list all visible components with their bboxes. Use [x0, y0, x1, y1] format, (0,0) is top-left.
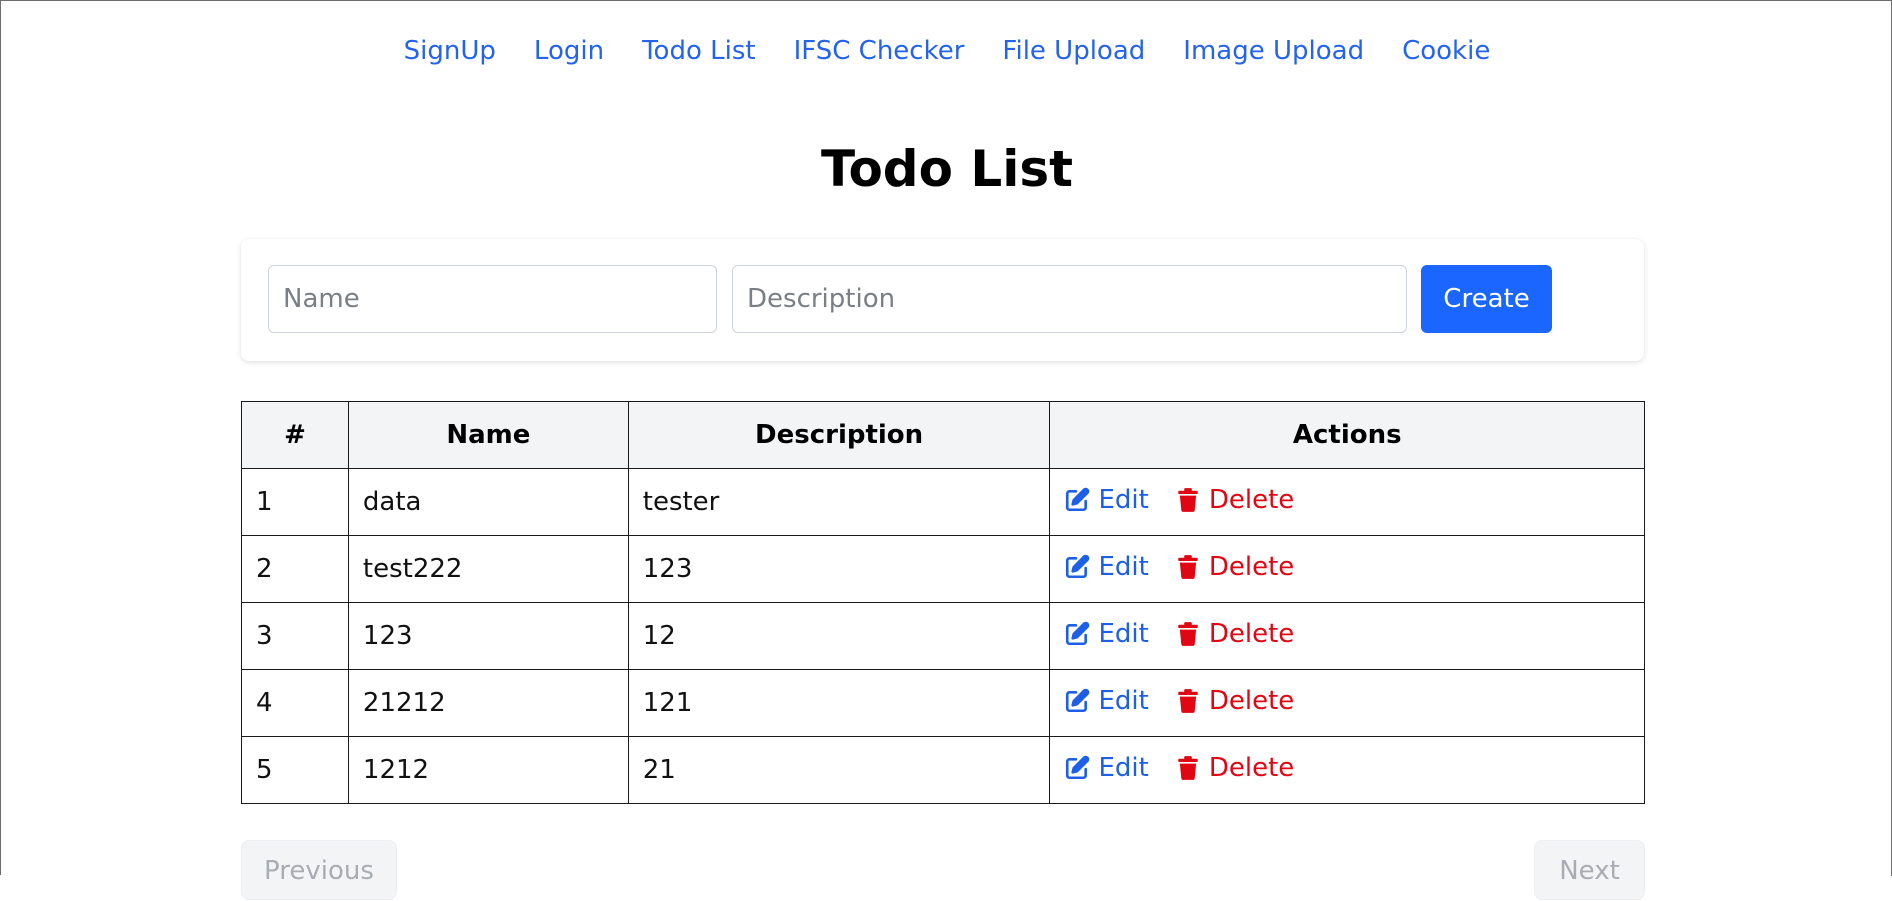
table-row: 4 21212 121 Edit Delete: [241, 669, 1645, 737]
header-name: Name: [347, 401, 629, 469]
table-body: 1 data tester Edit Delete 2 test222 123 Edit Dele…: [241, 468, 1645, 804]
trash-icon: [1175, 554, 1209, 580]
edit-icon: [1064, 755, 1098, 781]
edit-button[interactable]: Edit: [1064, 551, 1149, 582]
cell-actions: Edit Delete: [1049, 535, 1645, 603]
nav-link-ifsc-checker[interactable]: IFSC Checker: [794, 31, 965, 71]
delete-label: Delete: [1208, 685, 1295, 716]
todo-table: # Name Description Actions 1 data tester Ed…: [241, 401, 1645, 804]
header-description: Description: [627, 401, 1051, 469]
previous-button[interactable]: Previous: [241, 840, 397, 900]
delete-label: Delete: [1208, 752, 1295, 783]
cell-description: 121: [627, 669, 1051, 737]
delete-button[interactable]: Delete: [1175, 753, 1294, 783]
nav-link-image-upload[interactable]: Image Upload: [1183, 31, 1364, 71]
cell-description: 123: [627, 535, 1051, 603]
cell-number: 3: [241, 602, 349, 670]
top-nav: SignUp Login Todo List IFSC Checker File Upl…: [1, 31, 1892, 71]
cell-name: data: [347, 468, 629, 536]
cell-description: tester: [627, 468, 1051, 536]
delete-label: Delete: [1208, 618, 1295, 649]
edit-icon: [1064, 487, 1098, 513]
edit-button[interactable]: Edit: [1064, 618, 1149, 649]
nav-link-signup[interactable]: SignUp: [404, 31, 496, 71]
edit-label: Edit: [1098, 551, 1149, 582]
delete-button[interactable]: Delete: [1175, 552, 1294, 582]
create-todo-form: Create: [241, 239, 1644, 361]
create-button[interactable]: Create: [1421, 265, 1552, 333]
cell-name: 21212: [347, 669, 629, 737]
edit-button[interactable]: Edit: [1064, 685, 1149, 716]
cell-description: 12: [627, 602, 1051, 670]
edit-label: Edit: [1098, 752, 1149, 783]
table-row: 3 123 12 Edit Delete: [241, 602, 1645, 670]
cell-description: 21: [627, 736, 1051, 804]
cell-number: 2: [241, 535, 349, 603]
trash-icon: [1175, 755, 1209, 781]
cell-actions: Edit Delete: [1049, 602, 1645, 670]
edit-label: Edit: [1098, 484, 1149, 515]
cell-name: test222: [347, 535, 629, 603]
table-row: 5 1212 21 Edit Delete: [241, 736, 1645, 804]
edit-icon: [1064, 554, 1098, 580]
name-input[interactable]: [268, 265, 717, 333]
table-row: 1 data tester Edit Delete: [241, 468, 1645, 536]
trash-icon: [1175, 621, 1209, 647]
cell-name: 123: [347, 602, 629, 670]
header-actions: Actions: [1049, 401, 1645, 469]
cell-number: 4: [241, 669, 349, 737]
cell-actions: Edit Delete: [1049, 468, 1645, 536]
nav-link-cookie[interactable]: Cookie: [1402, 31, 1490, 71]
delete-button[interactable]: Delete: [1175, 485, 1294, 515]
page-title: Todo List: [820, 140, 1074, 198]
cell-name: 1212: [347, 736, 629, 804]
table-header-row: # Name Description Actions: [241, 401, 1645, 469]
cell-number: 1: [241, 468, 349, 536]
cell-number: 5: [241, 736, 349, 804]
next-button[interactable]: Next: [1534, 840, 1645, 900]
delete-label: Delete: [1208, 484, 1295, 515]
nav-link-login[interactable]: Login: [534, 31, 604, 71]
edit-label: Edit: [1098, 618, 1149, 649]
header-number: #: [241, 401, 349, 469]
nav-link-file-upload[interactable]: File Upload: [1002, 31, 1145, 71]
delete-button[interactable]: Delete: [1175, 619, 1294, 649]
trash-icon: [1175, 487, 1209, 513]
edit-label: Edit: [1098, 685, 1149, 716]
cell-actions: Edit Delete: [1049, 669, 1645, 737]
cell-actions: Edit Delete: [1049, 736, 1645, 804]
description-input[interactable]: [732, 265, 1407, 333]
edit-button[interactable]: Edit: [1064, 484, 1149, 515]
edit-button[interactable]: Edit: [1064, 752, 1149, 783]
nav-link-todo-list[interactable]: Todo List: [642, 31, 756, 71]
edit-icon: [1064, 688, 1098, 714]
edit-icon: [1064, 621, 1098, 647]
delete-label: Delete: [1208, 551, 1295, 582]
table-row: 2 test222 123 Edit Delete: [241, 535, 1645, 603]
trash-icon: [1175, 688, 1209, 714]
delete-button[interactable]: Delete: [1175, 686, 1294, 716]
